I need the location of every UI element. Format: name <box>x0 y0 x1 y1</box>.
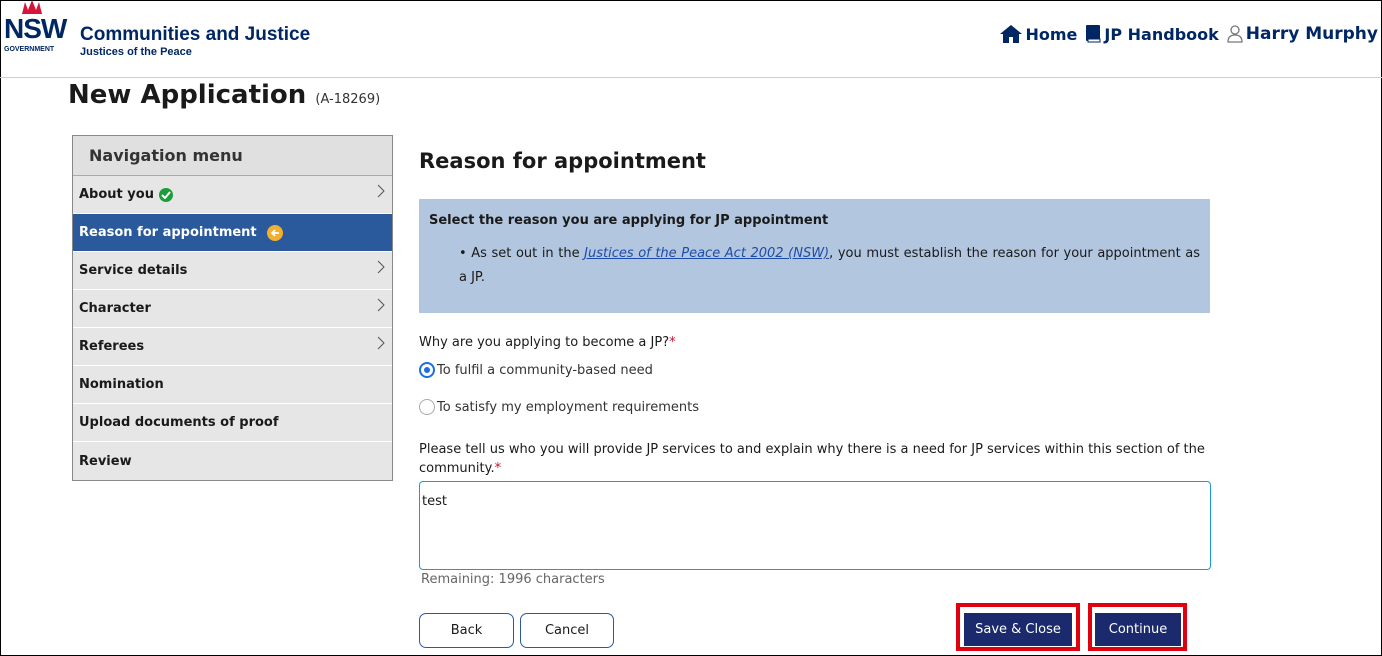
info-bullet-prefix: As set out in the <box>471 246 585 261</box>
radio-button-checked[interactable] <box>419 362 435 378</box>
continue-button[interactable]: Continue <box>1095 613 1181 646</box>
sidebar-item-service-details[interactable]: Service details <box>73 252 392 290</box>
page-title-text: New Application <box>68 80 307 110</box>
section-title: Reason for appointment <box>419 149 706 173</box>
sidebar-item-label: Referees <box>79 339 145 354</box>
book-icon <box>1086 25 1101 43</box>
info-bullet: • As set out in the Justices of the Peac… <box>459 246 1201 285</box>
radio-label: To satisfy my employment requirements <box>437 399 699 415</box>
reason-question-text: Why are you applying to become a JP? <box>419 335 670 350</box>
check-circle-icon <box>158 187 173 202</box>
services-explanation-label: Please tell us who you will provide JP s… <box>419 440 1219 478</box>
chevron-right-icon <box>377 336 385 350</box>
chevron-right-icon <box>377 184 385 198</box>
chevron-right-icon <box>377 298 385 312</box>
radio-label: To fulfil a community-based need <box>437 362 653 378</box>
radio-employment-requirements[interactable]: To satisfy my employment requirements <box>419 399 699 415</box>
page-title: New Application (A-18269) <box>68 80 380 110</box>
arrow-left-circle-icon <box>266 224 283 241</box>
sidebar-item-label: Nomination <box>79 377 164 392</box>
reason-question-label: Why are you applying to become a JP?* <box>419 335 676 350</box>
application-reference: (A-18269) <box>315 92 381 107</box>
services-explanation-textarea[interactable] <box>419 481 1211 570</box>
required-marker: * <box>494 461 502 476</box>
sidebar-item-about-you[interactable]: About you <box>73 176 392 214</box>
logo-text: NSW <box>4 13 67 44</box>
agency-title: Communities and Justice Justices of the … <box>80 24 310 58</box>
sidebar-item-review[interactable]: Review <box>73 442 392 480</box>
act-link[interactable]: Justices of the Peace Act 2002 (NSW) <box>584 246 829 261</box>
sidebar-item-label: Service details <box>79 263 188 278</box>
remaining-characters: Remaining: 1996 characters <box>421 572 605 587</box>
user-name: Harry Murphy <box>1245 24 1378 44</box>
sidebar-item-referees[interactable]: Referees <box>73 328 392 366</box>
chevron-right-icon <box>377 260 385 274</box>
sidebar-item-label: Upload documents of proof <box>79 415 279 430</box>
nav-home-label: Home <box>1025 24 1078 44</box>
user-menu[interactable]: Harry Murphy <box>1227 24 1378 44</box>
logo-subtext: GOVERNMENT <box>4 46 55 53</box>
agency-subtitle: Justices of the Peace <box>80 46 192 58</box>
person-icon <box>1227 25 1243 43</box>
radio-community-need[interactable]: To fulfil a community-based need <box>419 362 653 378</box>
sidebar-item-nomination[interactable]: Nomination <box>73 366 392 404</box>
back-button[interactable]: Back <box>419 613 514 648</box>
sidebar-item-upload-documents[interactable]: Upload documents of proof <box>73 404 392 442</box>
sidebar-item-label: Reason for appointment <box>79 225 257 240</box>
sidebar-item-character[interactable]: Character <box>73 290 392 328</box>
nav-jp-handbook-label: JP Handbook <box>1104 24 1219 44</box>
site-header: NSW GOVERNMENT Communities and Justice J… <box>0 0 1382 78</box>
services-explanation-text: Please tell us who you will provide JP s… <box>419 442 1205 476</box>
sidebar-item-label: About you <box>79 187 154 202</box>
sidebar-item-reason-for-appointment[interactable]: Reason for appointment <box>73 214 392 252</box>
sidebar-item-label: Review <box>79 453 132 469</box>
save-and-close-button[interactable]: Save & Close <box>964 613 1072 646</box>
nav-home[interactable]: Home <box>999 24 1078 44</box>
waratah-icon <box>22 0 42 14</box>
nav-jp-handbook[interactable]: JP Handbook <box>1085 24 1219 44</box>
info-box: Select the reason you are applying for J… <box>419 199 1210 313</box>
home-icon <box>999 25 1022 43</box>
radio-button-unchecked[interactable] <box>419 399 435 415</box>
sidebar-item-label: Character <box>79 301 151 316</box>
cancel-button[interactable]: Cancel <box>520 613 614 648</box>
top-navigation: Home JP Handbook Harry Murphy <box>999 24 1378 44</box>
navigation-menu-title: Navigation menu <box>73 136 392 176</box>
agency-name: Communities and Justice <box>80 24 311 45</box>
navigation-menu: Navigation menu About you Reason for app… <box>72 135 393 481</box>
nsw-government-logo[interactable]: NSW GOVERNMENT <box>2 0 67 68</box>
info-heading: Select the reason you are applying for J… <box>429 213 829 228</box>
required-marker: * <box>669 335 676 350</box>
